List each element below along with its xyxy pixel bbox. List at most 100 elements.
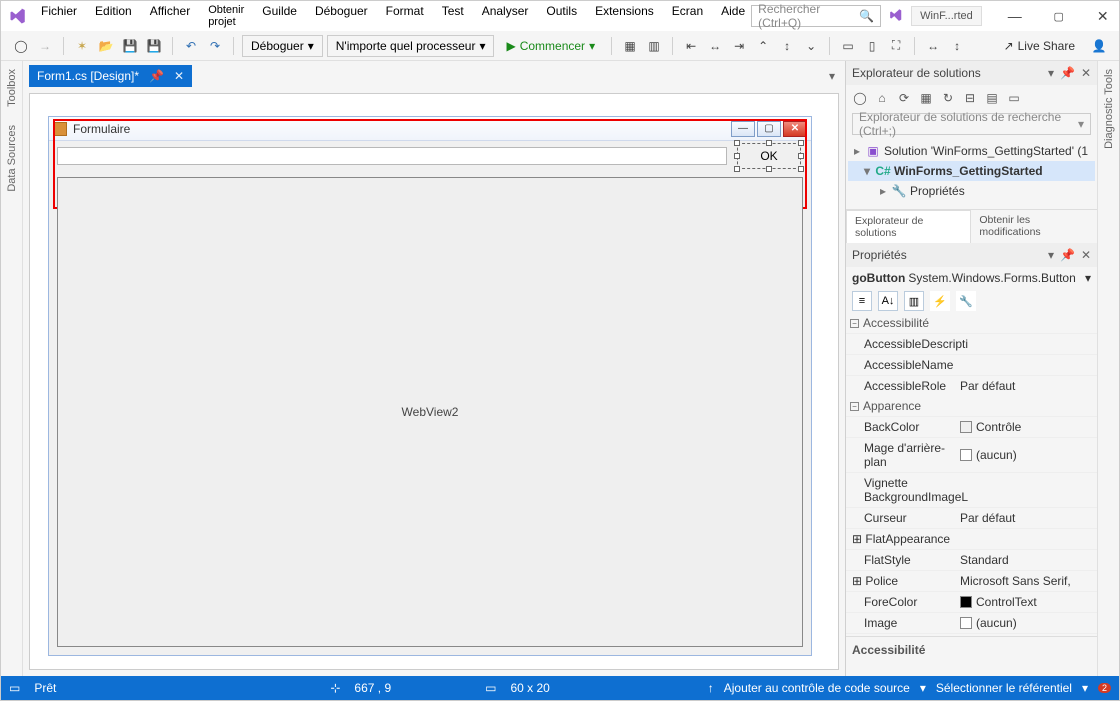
properties-page-icon[interactable]: ▥	[904, 291, 924, 311]
property-value[interactable]: Par défaut	[956, 507, 1097, 528]
tab-overflow-icon[interactable]: ▾	[829, 69, 839, 83]
panel-options-icon[interactable]: ▾	[1048, 248, 1054, 262]
menu-analyser[interactable]: Analyser	[480, 0, 531, 32]
align-left-icon[interactable]: ⇤	[681, 36, 701, 56]
properties-header[interactable]: Propriétés ▾ 📌 ✕	[846, 243, 1097, 267]
align-right-icon[interactable]: ⇥	[729, 36, 749, 56]
events-icon[interactable]: ⚡	[930, 291, 950, 311]
property-name[interactable]: AccessibleRole	[846, 375, 956, 396]
show-all-icon[interactable]: ▦	[918, 90, 934, 106]
repo-button[interactable]: Sélectionner le référentiel	[936, 681, 1072, 695]
menu-afficher[interactable]: Afficher	[148, 0, 192, 32]
property-name[interactable]: ⊞ Police	[846, 570, 956, 591]
categorized-icon[interactable]: ≡	[852, 291, 872, 311]
minimize-button[interactable]: —	[1000, 6, 1030, 26]
property-value[interactable]	[956, 333, 1097, 354]
property-value[interactable]: (aucun)	[956, 612, 1097, 633]
maximize-button[interactable]: ▢	[1044, 6, 1074, 26]
account-icon[interactable]: 👤	[1089, 36, 1109, 56]
solution-explorer-header[interactable]: Explorateur de solutions ▾ 📌 ✕	[846, 61, 1097, 85]
se-tab-explorer[interactable]: Explorateur de solutions	[846, 210, 971, 243]
se-tab-changes[interactable]: Obtenir les modifications	[971, 210, 1097, 243]
property-value[interactable]	[956, 354, 1097, 375]
save-icon[interactable]: 💾	[120, 36, 140, 56]
webview2-control[interactable]: WebView2	[57, 177, 803, 647]
back-icon[interactable]: ◯	[852, 90, 868, 106]
search-input[interactable]: Rechercher (Ctrl+Q) 🔍	[751, 5, 881, 27]
data-sources-tab[interactable]: Data Sources	[6, 125, 18, 192]
panel-options-icon[interactable]: ▾	[1048, 66, 1054, 80]
ok-button[interactable]: OK	[737, 143, 801, 169]
address-textbox[interactable]	[57, 147, 727, 165]
menu-outils[interactable]: Outils	[544, 0, 579, 32]
size-height-icon[interactable]: ▯	[862, 36, 882, 56]
size-width-icon[interactable]: ▭	[838, 36, 858, 56]
toolbar-ico-2[interactable]: ▥	[644, 36, 664, 56]
form-window[interactable]: Formulaire — ▢ ✕ OK	[48, 116, 812, 656]
redo-icon[interactable]: ↷	[205, 36, 225, 56]
property-value[interactable]: Microsoft Sans Serif,	[956, 570, 1097, 591]
close-button[interactable]: ✕	[1088, 6, 1118, 26]
panel-close-icon[interactable]: ✕	[1081, 66, 1091, 80]
properties-icon[interactable]: ▤	[984, 90, 1000, 106]
property-name[interactable]: Mage d'arrière-plan	[846, 437, 956, 472]
refresh-icon[interactable]: ↻	[940, 90, 956, 106]
property-name[interactable]: AccessibleDescripti	[846, 333, 956, 354]
collapse-icon[interactable]: −	[850, 402, 859, 411]
property-name[interactable]: ForeColor	[846, 591, 956, 612]
sync-icon[interactable]: ⟳	[896, 90, 912, 106]
menu-obtenir-projet[interactable]: Obtenir projet	[206, 0, 246, 32]
processor-dropdown[interactable]: N'importe quel processeur ▾	[327, 35, 495, 57]
wrench-icon[interactable]: 🔧	[956, 291, 976, 311]
alphabetical-icon[interactable]: A↓	[878, 291, 898, 311]
open-folder-icon[interactable]: 📂	[96, 36, 116, 56]
menu-guilde[interactable]: Guilde	[260, 0, 299, 32]
menu-aide[interactable]: Aide	[719, 0, 747, 32]
nav-fwd-icon[interactable]: →	[35, 36, 55, 56]
source-control-button[interactable]: Ajouter au contrôle de code source	[724, 681, 910, 695]
property-name[interactable]: Image	[846, 612, 956, 633]
spacing-v-icon[interactable]: ↕	[947, 36, 967, 56]
panel-pin-icon[interactable]: 📌	[1060, 66, 1075, 80]
property-value[interactable]	[956, 472, 1097, 507]
form-close-button[interactable]: ✕	[783, 121, 807, 137]
property-category[interactable]: −Apparence	[846, 396, 1097, 416]
property-name[interactable]: Vignette BackgroundImageL	[846, 472, 956, 507]
align-bottom-icon[interactable]: ⌄	[801, 36, 821, 56]
live-share-button[interactable]: ↗ Live Share	[1004, 39, 1075, 53]
property-name[interactable]: BackColor	[846, 416, 956, 437]
home-icon[interactable]: ⌂	[874, 90, 890, 106]
form-minimize-button[interactable]: —	[731, 121, 755, 137]
panel-close-icon[interactable]: ✕	[1081, 248, 1091, 262]
property-value[interactable]: Contrôle	[956, 416, 1097, 437]
project-node[interactable]: ▾ C# WinForms_GettingStarted	[848, 161, 1095, 181]
property-value[interactable]: Standard	[956, 549, 1097, 570]
menu-ecran[interactable]: Ecran	[670, 0, 705, 32]
property-category[interactable]: −Accessibilité	[846, 313, 1097, 333]
menu-extensions[interactable]: Extensions	[593, 0, 656, 32]
menu-deboguer[interactable]: Déboguer	[313, 0, 370, 32]
preview-icon[interactable]: ▭	[1006, 90, 1022, 106]
align-middle-icon[interactable]: ↕	[777, 36, 797, 56]
menu-format[interactable]: Format	[384, 0, 426, 32]
align-center-icon[interactable]: ↔	[705, 36, 725, 56]
toolbar-ico-1[interactable]: ▦	[620, 36, 640, 56]
menu-edition[interactable]: Edition	[93, 0, 134, 32]
save-all-icon[interactable]: 💾	[144, 36, 164, 56]
property-name[interactable]: AccessibleName	[846, 354, 956, 375]
properties-grid[interactable]: −AccessibilitéAccessibleDescriptiAccessi…	[846, 313, 1097, 636]
property-name[interactable]: FlatStyle	[846, 549, 956, 570]
property-value[interactable]: Par défaut	[956, 375, 1097, 396]
property-name[interactable]: Curseur	[846, 507, 956, 528]
solution-explorer-search[interactable]: Explorateur de solutions de recherche (C…	[852, 113, 1091, 135]
form-maximize-button[interactable]: ▢	[757, 121, 781, 137]
panel-pin-icon[interactable]: 📌	[1060, 248, 1075, 262]
project-properties-node[interactable]: ▸ 🔧 Propriétés	[848, 181, 1095, 201]
toolbox-tab[interactable]: Toolbox	[6, 69, 18, 107]
align-top-icon[interactable]: ⌃	[753, 36, 773, 56]
close-icon[interactable]: ✕	[174, 69, 184, 83]
collapse-icon[interactable]: −	[850, 319, 859, 328]
property-value[interactable]: ControlText	[956, 591, 1097, 612]
menu-test[interactable]: Test	[440, 0, 466, 32]
property-value[interactable]	[956, 528, 1097, 549]
